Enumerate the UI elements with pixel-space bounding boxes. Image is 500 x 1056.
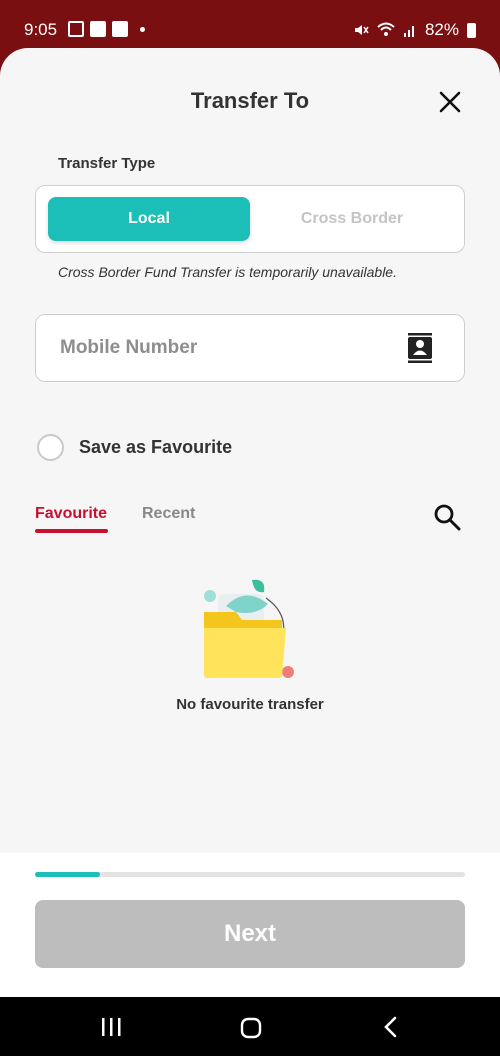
progress-fill bbox=[35, 872, 100, 877]
search-icon[interactable] bbox=[432, 502, 462, 532]
next-button[interactable]: Next bbox=[35, 900, 465, 968]
tab-favourite[interactable]: Favourite bbox=[35, 505, 107, 523]
mobile-number-field[interactable]: Mobile Number bbox=[35, 314, 465, 382]
app-notification-icon-2 bbox=[112, 21, 128, 37]
app-notification-icon bbox=[90, 21, 106, 37]
page-title: Transfer To bbox=[190, 88, 310, 113]
cross-border-option-button[interactable]: Cross Border bbox=[250, 197, 454, 241]
progress-track bbox=[35, 872, 465, 877]
wifi-icon bbox=[377, 22, 395, 36]
signal-icon bbox=[403, 26, 414, 37]
contact-book-icon[interactable] bbox=[406, 333, 434, 363]
system-status: 82% bbox=[353, 20, 476, 40]
status-time: 9:05 bbox=[24, 20, 58, 39]
more-notifications-icon bbox=[140, 26, 145, 32]
tab-recent[interactable]: Recent bbox=[142, 505, 195, 523]
recents-icon[interactable] bbox=[100, 1017, 122, 1037]
battery-icon bbox=[467, 22, 476, 38]
save-favourite-radio[interactable] bbox=[37, 434, 64, 461]
mobile-number-placeholder: Mobile Number bbox=[60, 337, 198, 358]
gallery-notification-icon bbox=[68, 21, 84, 37]
transfer-sheet: Transfer To Transfer Type Local Cross Bo… bbox=[0, 48, 500, 853]
battery-percent: 82% bbox=[424, 20, 459, 39]
footer: Next bbox=[0, 853, 500, 997]
mute-icon bbox=[354, 25, 369, 35]
unavailable-note: Cross Border Fund Transfer is temporaril… bbox=[58, 264, 397, 280]
back-icon[interactable] bbox=[382, 1016, 398, 1038]
save-favourite-label[interactable]: Save as Favourite bbox=[79, 437, 232, 458]
transfer-type-selector: Local Cross Border bbox=[35, 185, 465, 253]
local-option-button[interactable]: Local bbox=[48, 197, 250, 241]
close-icon[interactable] bbox=[436, 88, 464, 116]
notification-icons bbox=[68, 21, 145, 37]
active-tab-indicator bbox=[35, 529, 108, 533]
empty-state-message: No favourite transfer bbox=[176, 696, 324, 713]
system-nav-bar bbox=[0, 997, 500, 1056]
empty-folder-illustration bbox=[204, 579, 294, 678]
home-icon[interactable] bbox=[240, 1017, 262, 1039]
transfer-type-label: Transfer Type bbox=[58, 155, 156, 172]
